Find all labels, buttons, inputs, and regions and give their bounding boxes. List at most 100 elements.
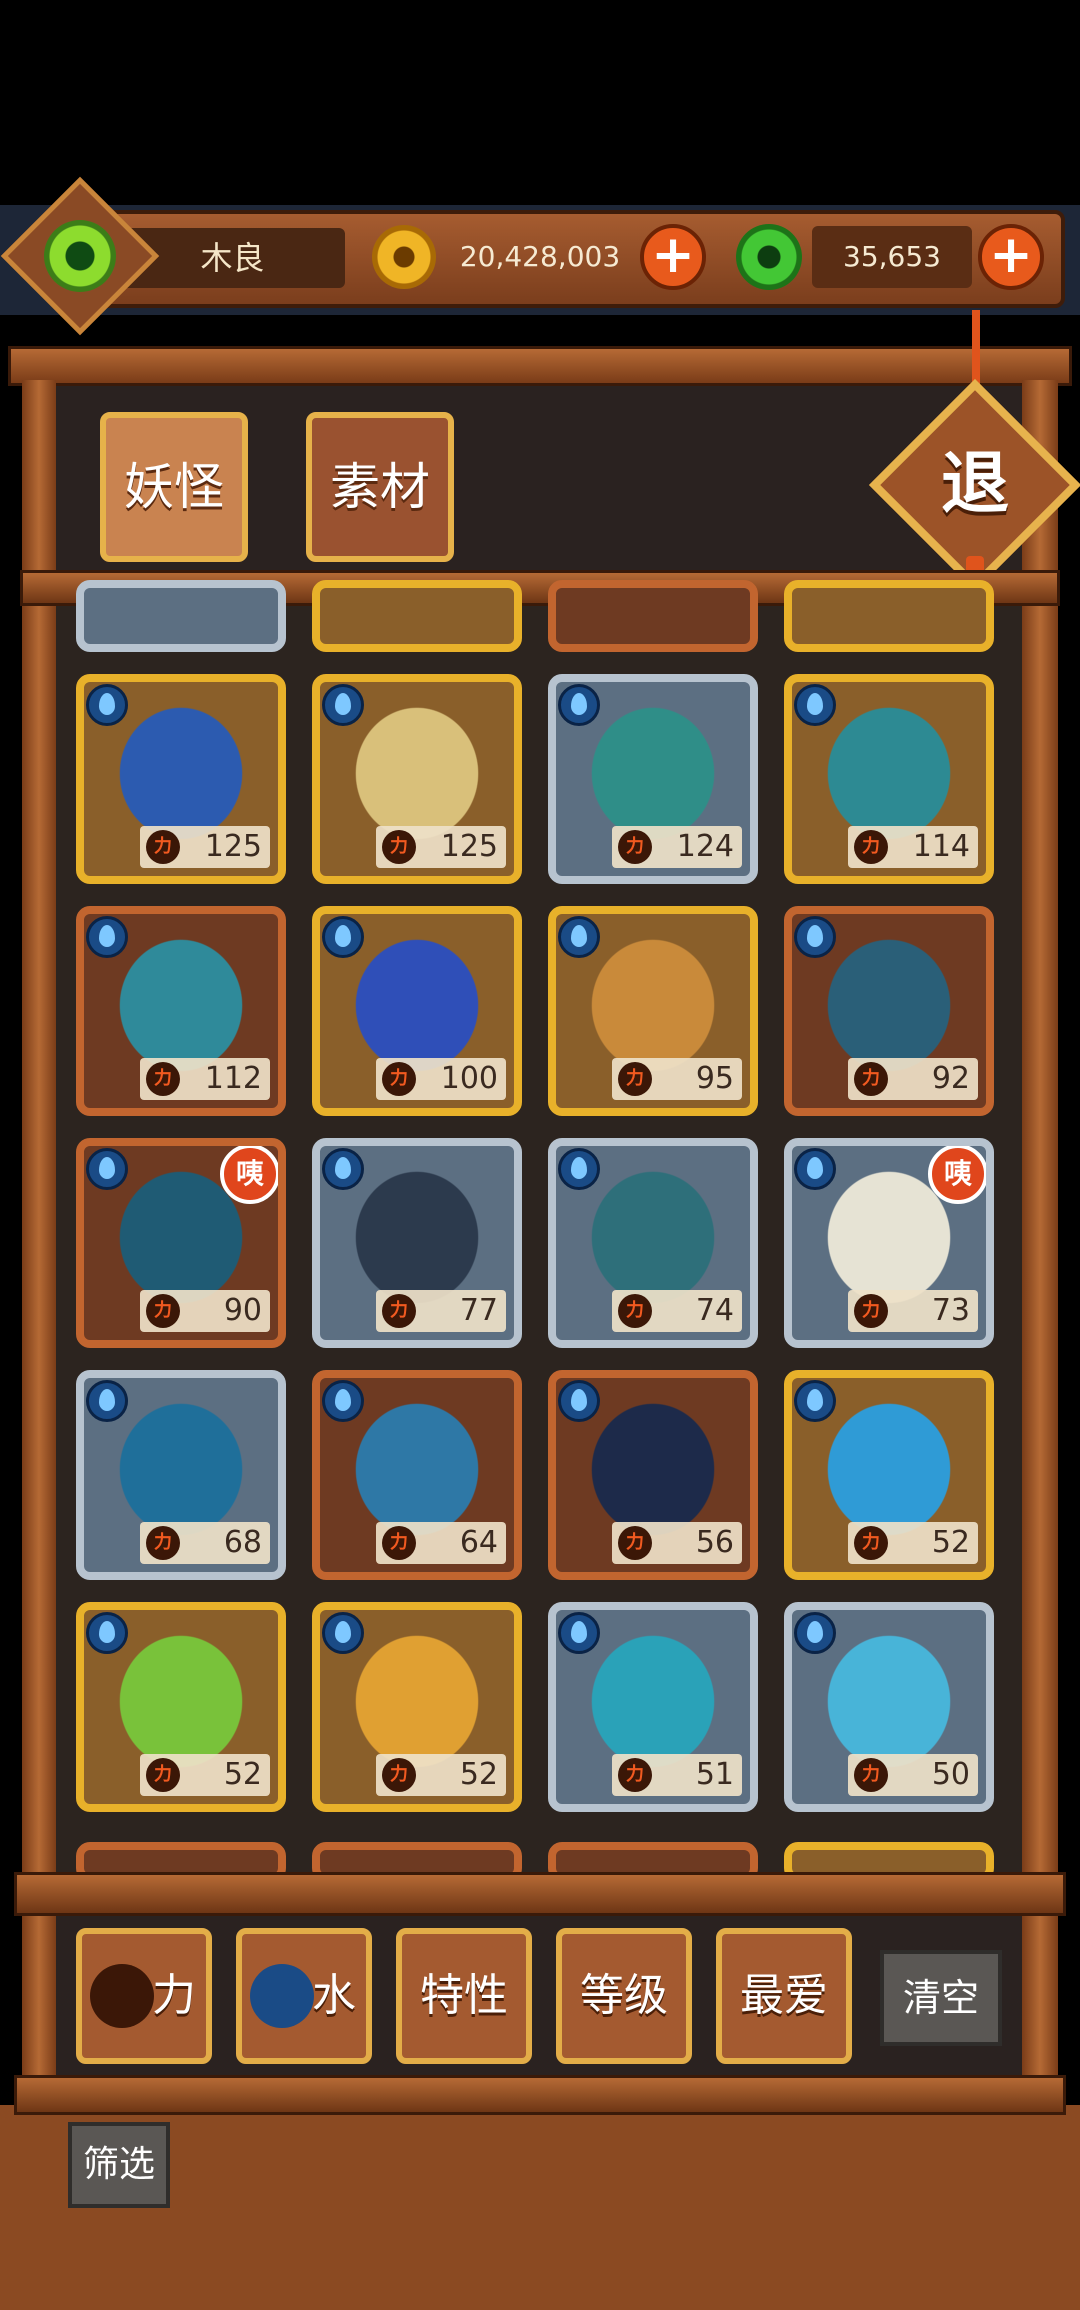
power-box: 力 124 — [612, 826, 742, 868]
filter-water-label: 水 — [312, 1970, 356, 2021]
jade-amount: 35,653 — [843, 240, 941, 273]
hero-card[interactable]: 力 74 — [548, 1138, 758, 1348]
hero-power-value: 100 — [440, 1061, 498, 1096]
power-icon: 力 — [618, 830, 652, 864]
power-icon: 力 — [382, 830, 416, 864]
hero-card[interactable]: 力 52 — [312, 1602, 522, 1812]
power-box: 力 95 — [612, 1058, 742, 1100]
power-icon: 力 — [146, 830, 180, 864]
hero-card[interactable]: 力 124 — [548, 674, 758, 884]
hero-card[interactable]: 力 68 — [76, 1370, 286, 1580]
filter-favorite-button[interactable]: 最爱 — [716, 1928, 852, 2064]
hero-power-value: 52 — [459, 1757, 498, 1792]
water-drop-icon — [558, 684, 600, 726]
clear-button[interactable]: 清空 — [880, 1950, 1002, 2046]
filter-water-button[interactable]: 水 — [236, 1928, 372, 2064]
filter-button[interactable]: 筛选 — [68, 2122, 170, 2208]
new-badge: 咦 — [928, 1146, 986, 1204]
filter-trait-button[interactable]: 特性 — [396, 1928, 532, 2064]
power-box: 力 125 — [140, 826, 270, 868]
new-badge: 咦 — [220, 1146, 278, 1204]
power-box: 力 114 — [848, 826, 978, 868]
power-icon: 力 — [854, 1526, 888, 1560]
hero-power-value: 125 — [204, 829, 262, 864]
hero-power-value: 73 — [931, 1293, 970, 1328]
hero-card-partial[interactable] — [76, 580, 286, 652]
power-box: 力 51 — [612, 1754, 742, 1796]
power-icon: 力 — [854, 830, 888, 864]
add-gold-button[interactable]: + — [640, 224, 706, 290]
power-box: 力 73 — [848, 1290, 978, 1332]
hero-card[interactable]: 力 56 — [548, 1370, 758, 1580]
power-icon: 力 — [146, 1062, 180, 1096]
hero-card[interactable]: 力 112 — [76, 906, 286, 1116]
avatar-icon[interactable] — [44, 220, 116, 292]
hero-card[interactable]: 力 73 咦 — [784, 1138, 994, 1348]
power-icon — [90, 1964, 154, 2028]
cabinet-base-beam — [14, 2075, 1066, 2115]
hero-card-partial[interactable] — [784, 580, 994, 652]
water-drop-icon — [558, 1380, 600, 1422]
hero-card[interactable]: 力 51 — [548, 1602, 758, 1812]
cabinet-shelf-bottom — [14, 1872, 1066, 1916]
hero-card[interactable]: 力 50 — [784, 1602, 994, 1812]
power-icon: 力 — [854, 1294, 888, 1328]
power-icon: 力 — [382, 1062, 416, 1096]
power-box: 力 74 — [612, 1290, 742, 1332]
power-box: 力 112 — [140, 1058, 270, 1100]
power-icon: 力 — [382, 1294, 416, 1328]
power-box: 力 90 — [140, 1290, 270, 1332]
water-drop-icon — [86, 1380, 128, 1422]
water-drop-icon — [794, 1612, 836, 1654]
power-icon: 力 — [854, 1758, 888, 1792]
cabinet-right-post — [1022, 380, 1058, 2100]
hero-card[interactable]: 力 77 — [312, 1138, 522, 1348]
power-box: 力 125 — [376, 826, 506, 868]
power-icon: 力 — [382, 1526, 416, 1560]
hero-card[interactable]: 力 100 — [312, 906, 522, 1116]
water-drop-icon — [322, 684, 364, 726]
hero-power-value: 77 — [459, 1293, 498, 1328]
hero-power-value: 74 — [695, 1293, 734, 1328]
power-box: 力 92 — [848, 1058, 978, 1100]
hero-power-value: 68 — [223, 1525, 262, 1560]
hero-card[interactable]: 力 125 — [312, 674, 522, 884]
hero-power-value: 56 — [695, 1525, 734, 1560]
hero-card[interactable]: 力 95 — [548, 906, 758, 1116]
hero-card[interactable]: 力 114 — [784, 674, 994, 884]
power-box: 力 64 — [376, 1522, 506, 1564]
add-jade-button[interactable]: + — [978, 224, 1044, 290]
water-drop-icon — [250, 1964, 314, 2028]
hero-card-partial[interactable] — [548, 580, 758, 652]
hero-card[interactable]: 力 90 咦 — [76, 1138, 286, 1348]
tab-monsters[interactable]: 妖怪 — [100, 412, 248, 562]
hero-card[interactable]: 力 92 — [784, 906, 994, 1116]
hero-card[interactable]: 力 52 — [784, 1370, 994, 1580]
hero-power-value: 125 — [440, 829, 498, 864]
water-drop-icon — [558, 1148, 600, 1190]
filter-level-button[interactable]: 等级 — [556, 1928, 692, 2064]
jade-coin-icon — [736, 224, 802, 290]
cabinet-top-beam — [8, 346, 1072, 386]
power-icon: 力 — [854, 1062, 888, 1096]
hero-card[interactable]: 力 52 — [76, 1602, 286, 1812]
power-box: 力 52 — [140, 1754, 270, 1796]
power-box: 力 52 — [848, 1522, 978, 1564]
water-drop-icon — [86, 684, 128, 726]
water-drop-icon — [794, 1380, 836, 1422]
water-drop-icon — [322, 1148, 364, 1190]
power-icon: 力 — [618, 1294, 652, 1328]
exit-button[interactable]: 退 — [900, 410, 1050, 560]
power-icon: 力 — [382, 1758, 416, 1792]
hero-power-value: 50 — [931, 1757, 970, 1792]
water-drop-icon — [558, 1612, 600, 1654]
hero-card-partial[interactable] — [312, 580, 522, 652]
filter-power-button[interactable]: 力 — [76, 1928, 212, 2064]
power-icon: 力 — [146, 1294, 180, 1328]
water-drop-icon — [86, 1148, 128, 1190]
hero-power-value: 51 — [695, 1757, 734, 1792]
hero-card[interactable]: 力 125 — [76, 674, 286, 884]
hero-card[interactable]: 力 64 — [312, 1370, 522, 1580]
water-drop-icon — [794, 684, 836, 726]
tab-materials[interactable]: 素材 — [306, 412, 454, 562]
